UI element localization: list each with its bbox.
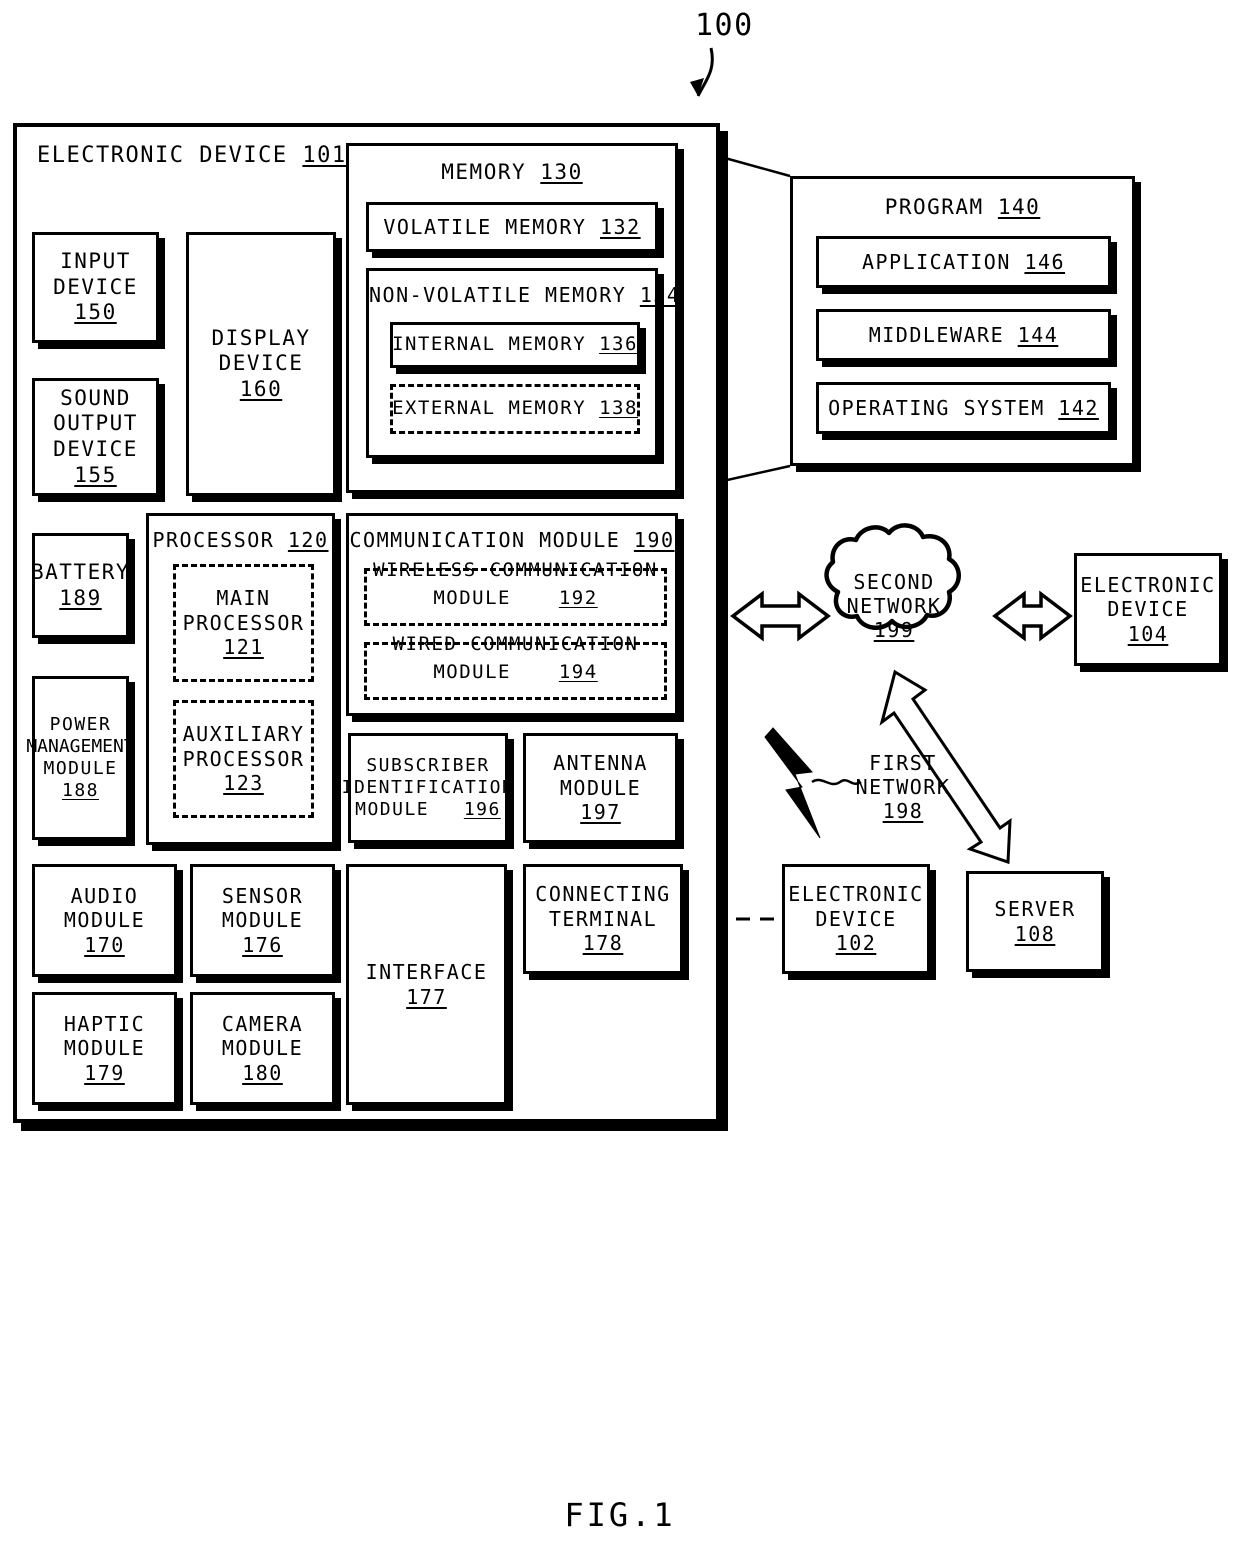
sensor-module-box[interactable]: SENSOR MODULE 176: [190, 864, 335, 977]
power-management-module-box[interactable]: POWER MANAGEMENT MODULE 188: [26, 676, 135, 840]
wireless-communication-module-box[interactable]: WIRELESS COMMUNICATION MODULE 192: [364, 559, 667, 626]
camera-module-box[interactable]: CAMERA MODULE 180: [190, 992, 335, 1105]
wired-communication-line2: MODULE 194: [433, 661, 598, 683]
memory-title: MEMORY 130: [441, 160, 583, 184]
processor-title: PROCESSOR 120: [152, 528, 329, 552]
antenna-module-box[interactable]: ANTENNA MODULE 197: [523, 733, 678, 843]
sound-output-device-box[interactable]: SOUND OUTPUT DEVICE 155: [32, 378, 159, 496]
communication-module-box[interactable]: COMMUNICATION MODULE 190 WIRELESS COMMUN…: [346, 513, 678, 716]
figure-ref-100: 100: [695, 8, 754, 43]
haptic-module-box[interactable]: HAPTIC MODULE 179: [32, 992, 177, 1105]
server-108-box[interactable]: SERVER 108: [966, 871, 1104, 972]
display-device-box[interactable]: DISPLAY DEVICE 160: [186, 232, 336, 496]
subscriber-identification-module-box[interactable]: SUBSCRIBER IDENTIFICATION MODULE 196: [342, 733, 513, 843]
battery-box[interactable]: BATTERY 189: [31, 533, 129, 638]
wireless-communication-line1: WIRELESS COMMUNICATION: [373, 559, 658, 581]
ref-100-arrowhead: [690, 78, 704, 96]
double-arrow-network-device104: [992, 590, 1073, 642]
electronic-device-title: ELECTRONIC DEVICE 101: [37, 143, 347, 168]
electronic-device-104-box[interactable]: ELECTRONIC DEVICE 104: [1074, 553, 1222, 666]
lightning-bolt-icon: [764, 727, 821, 839]
auxiliary-processor-box[interactable]: AUXILIARY PROCESSOR 123: [173, 700, 314, 818]
main-processor-box[interactable]: MAIN PROCESSOR 121: [173, 564, 314, 682]
input-device-box[interactable]: INPUT DEVICE 150: [32, 232, 159, 343]
first-network-label: FIRST NETWORK 198: [855, 751, 951, 823]
figure-canvas: 100 ELECTRONIC DEVICE 101 INPUT DEVICE 1…: [0, 0, 1240, 1557]
program-title: PROGRAM 140: [884, 195, 1041, 219]
volatile-memory-box[interactable]: VOLATILE MEMORY 132: [366, 202, 658, 252]
wireless-communication-line2: MODULE 192: [433, 587, 598, 609]
wired-communication-module-box[interactable]: WIRED COMMUNICATION MODULE 194: [364, 633, 667, 700]
second-network-label: SECOND NETWORK 199: [846, 570, 942, 642]
non-volatile-memory-box[interactable]: NON-VOLATILE MEMORY 134 INTERNAL MEMORY …: [366, 268, 681, 458]
internal-memory-box[interactable]: INTERNAL MEMORY 136: [390, 322, 640, 368]
memory-box[interactable]: MEMORY 130 VOLATILE MEMORY 132 NON-VOLAT…: [346, 143, 681, 493]
external-memory-box[interactable]: EXTERNAL MEMORY 138: [390, 384, 640, 434]
processor-box[interactable]: PROCESSOR 120 MAIN PROCESSOR 121 AUXILIA…: [146, 513, 335, 845]
wired-communication-line1: WIRED COMMUNICATION: [392, 633, 639, 655]
non-volatile-memory-title: NON-VOLATILE MEMORY 134: [369, 283, 681, 307]
double-arrow-device-network: [730, 590, 831, 642]
connecting-terminal-box[interactable]: CONNECTING TERMINAL 178: [523, 864, 683, 974]
figure-caption: FIG.1: [564, 1496, 676, 1534]
program-box[interactable]: PROGRAM 140 APPLICATION 146 MIDDLEWARE 1…: [790, 176, 1135, 466]
electronic-device-102-box[interactable]: ELECTRONIC DEVICE 102: [782, 864, 930, 974]
operating-system-box[interactable]: OPERATING SYSTEM 142: [816, 382, 1111, 434]
middleware-box[interactable]: MIDDLEWARE 144: [816, 309, 1111, 361]
ref-100-leader-curve: [696, 47, 714, 97]
communication-module-title: COMMUNICATION MODULE 190: [349, 528, 675, 552]
application-box[interactable]: APPLICATION 146: [816, 236, 1111, 288]
interface-box[interactable]: INTERFACE 177: [346, 864, 507, 1105]
audio-module-box[interactable]: AUDIO MODULE 170: [32, 864, 177, 977]
